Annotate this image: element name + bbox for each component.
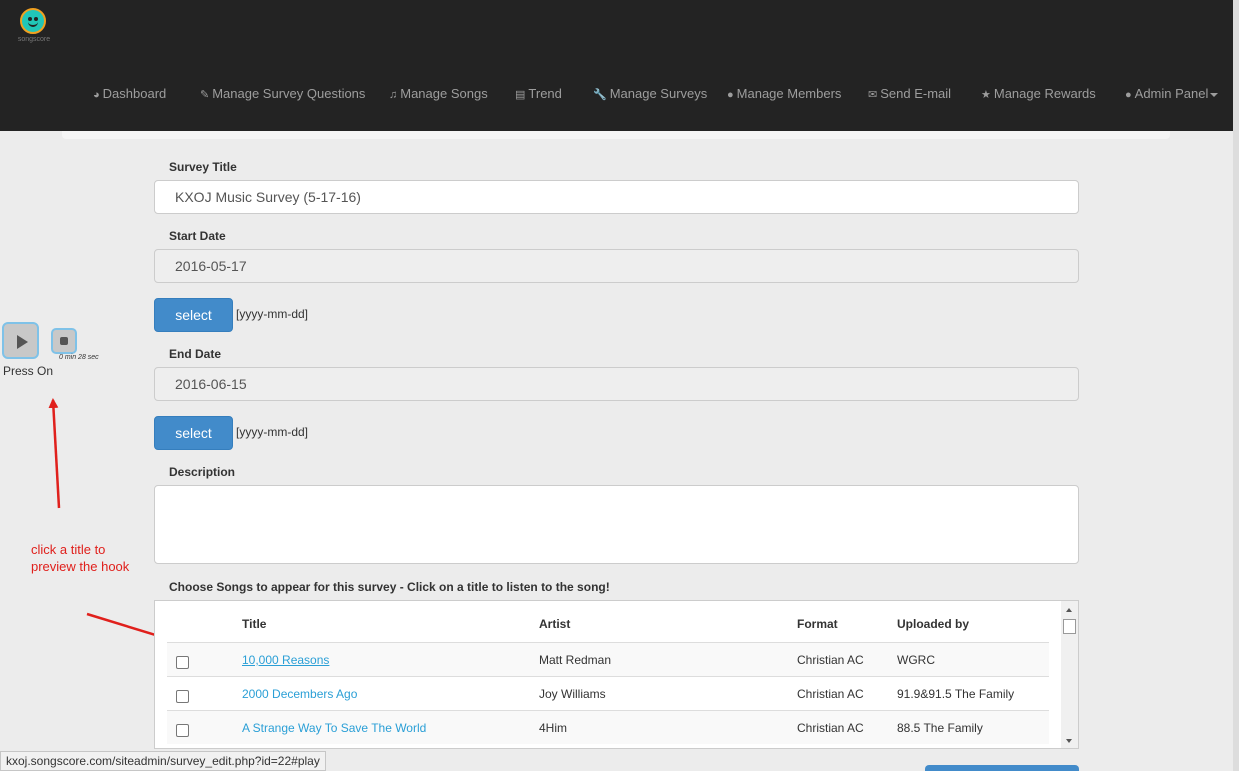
nav-manage-songs[interactable]: ♫ Manage Songs <box>389 86 488 101</box>
user-icon: ● <box>727 89 734 101</box>
play-icon <box>17 335 28 349</box>
nav-manage-members[interactable]: ● Manage Members <box>727 86 841 101</box>
end-date-input[interactable]: 2016-06-15 <box>154 367 1079 401</box>
bar-chart-icon: ▤ <box>515 89 526 101</box>
songs-table: Title Artist Format Uploaded by 10,000 R… <box>167 607 1049 744</box>
song-title-link[interactable]: 2000 Decembers Ago <box>242 687 357 701</box>
nav-manage-rewards[interactable]: ★ Manage Rewards <box>981 86 1096 101</box>
song-checkbox[interactable] <box>176 656 189 669</box>
top-navbar: songscore ◕ Dashboard ✎ Manage Survey Ques… <box>0 0 1233 131</box>
start-date-select-button[interactable]: select <box>154 298 233 332</box>
wrench-icon: 🔧 <box>593 89 607 101</box>
annotation-line-2: preview the hook <box>31 559 130 574</box>
column-header-uploaded-by[interactable]: Uploaded by <box>897 617 969 631</box>
stop-button[interactable] <box>51 328 77 354</box>
nav-trend[interactable]: ▤ Trend <box>515 86 562 101</box>
scrollbar-thumb[interactable] <box>1063 619 1076 634</box>
window-scrollbar[interactable] <box>1233 0 1239 771</box>
songscore-logo[interactable]: songscore <box>14 4 54 46</box>
logo-text: songscore <box>17 36 51 43</box>
nav-manage-survey-questions[interactable]: ✎ Manage Survey Questions <box>200 86 365 101</box>
scroll-up-icon[interactable] <box>1066 608 1072 612</box>
arrow-to-player <box>48 398 61 509</box>
smiley-headphones-icon <box>20 8 46 34</box>
star-icon: ★ <box>981 89 991 101</box>
column-header-artist[interactable]: Artist <box>539 617 570 631</box>
browser-status-bar: kxoj.songscore.com/siteadmin/survey_edit… <box>0 751 326 771</box>
annotation-line-1: click a title to <box>31 542 106 557</box>
start-date-input[interactable]: 2016-05-17 <box>154 249 1079 283</box>
dashboard-icon: ◕ <box>93 89 100 101</box>
nav-send-email[interactable]: ✉ Send E-mail <box>868 86 951 101</box>
content-top-edge <box>62 131 1170 139</box>
song-uploaded-by: WGRC <box>897 653 935 667</box>
description-textarea[interactable] <box>154 485 1079 564</box>
column-header-format[interactable]: Format <box>797 617 838 631</box>
songs-table-container[interactable]: Title Artist Format Uploaded by 10,000 R… <box>154 600 1079 749</box>
song-uploaded-by: 91.9&91.5 The Family <box>897 687 1015 701</box>
table-header-row: Title Artist Format Uploaded by <box>167 607 1049 642</box>
song-format: Christian AC <box>797 687 864 701</box>
songs-table-scrollbar[interactable] <box>1061 601 1078 748</box>
playback-timer: 0 min 28 sec <box>59 354 99 361</box>
song-artist: Matt Redman <box>539 653 612 667</box>
user-icon: ● <box>1125 89 1132 101</box>
description-label: Description <box>169 465 236 479</box>
choose-songs-label: Choose Songs to appear for this survey -… <box>169 580 610 594</box>
song-checkbox[interactable] <box>176 724 189 737</box>
table-row: 2000 Decembers Ago Joy Williams Christia… <box>167 676 1049 710</box>
play-button[interactable] <box>2 322 39 359</box>
nav-manage-surveys[interactable]: 🔧 Manage Surveys <box>593 86 707 101</box>
survey-title-input[interactable]: KXOJ Music Survey (5-17-16) <box>154 180 1079 214</box>
song-format: Christian AC <box>797 721 864 735</box>
annotation-note: click a title to preview the hook <box>31 541 129 575</box>
table-row: A Strange Way To Save The World 4Him Chr… <box>167 710 1049 744</box>
song-title-link[interactable]: A Strange Way To Save The World <box>242 721 426 735</box>
now-playing-title: Press On <box>3 364 54 378</box>
song-title-link[interactable]: 10,000 Reasons <box>242 653 329 667</box>
song-artist: Joy Williams <box>539 687 606 701</box>
caret-down-icon <box>1210 92 1219 97</box>
envelope-icon: ✉ <box>868 89 878 101</box>
song-uploaded-by: 88.5 The Family <box>897 721 983 735</box>
song-artist: 4Him <box>539 721 568 735</box>
save-survey-button[interactable] <box>925 765 1079 771</box>
start-date-label: Start Date <box>169 229 226 243</box>
end-date-format-hint: [yyyy-mm-dd] <box>236 425 308 439</box>
table-row: 10,000 Reasons Matt Redman Christian AC … <box>167 642 1049 676</box>
song-format: Christian AC <box>797 653 864 667</box>
start-date-format-hint: [yyyy-mm-dd] <box>236 307 308 321</box>
music-icon: ♫ <box>389 89 398 101</box>
edit-icon: ✎ <box>200 89 210 101</box>
survey-title-label: Survey Title <box>169 160 237 174</box>
column-header-title[interactable]: Title <box>242 617 266 631</box>
song-checkbox[interactable] <box>176 690 189 703</box>
nav-admin-panel[interactable]: ● Admin Panel <box>1125 86 1219 101</box>
nav-dashboard[interactable]: ◕ Dashboard <box>93 86 166 101</box>
end-date-label: End Date <box>169 347 222 361</box>
scroll-down-icon[interactable] <box>1066 739 1072 743</box>
stop-icon <box>60 337 68 345</box>
end-date-select-button[interactable]: select <box>154 416 233 450</box>
